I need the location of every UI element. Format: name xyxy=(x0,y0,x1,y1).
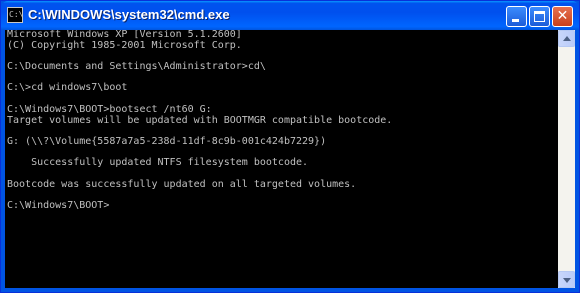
minimize-icon xyxy=(512,19,519,22)
console-line: (C) Copyright 1985-2001 Microsoft Corp. xyxy=(7,39,242,51)
console-line: C:\Documents and Settings\Administrator>… xyxy=(7,61,266,73)
console-line: Target volumes will be updated with BOOT… xyxy=(7,114,393,126)
window-title: C:\WINDOWS\system32\cmd.exe xyxy=(28,7,230,22)
close-button[interactable]: ✕ xyxy=(552,6,573,27)
scroll-up-arrow-icon xyxy=(563,36,571,41)
minimize-button[interactable] xyxy=(506,6,527,27)
console-output[interactable]: Microsoft Windows XP [Version 5.1.2600](… xyxy=(5,30,558,288)
scroll-up-button[interactable] xyxy=(558,30,575,47)
close-icon: ✕ xyxy=(556,8,569,24)
console-line: C:\Windows7\BOOT>bootsect /nt60 G: xyxy=(7,103,212,115)
console-line: C:\>cd windows7\boot xyxy=(7,82,128,94)
scroll-down-arrow-icon xyxy=(563,278,571,283)
vertical-scrollbar[interactable] xyxy=(558,30,575,288)
scroll-down-button[interactable] xyxy=(558,271,575,288)
title-bar[interactable]: C:\ C:\WINDOWS\system32\cmd.exe ✕ xyxy=(1,1,579,30)
maximize-button[interactable] xyxy=(529,6,550,27)
command-prompt-icon[interactable]: C:\ xyxy=(7,7,23,23)
cmd-window: C:\ C:\WINDOWS\system32\cmd.exe ✕ Micros… xyxy=(0,0,580,293)
console-line: C:\Windows7\BOOT> xyxy=(7,200,110,211)
console-line: Successfully updated NTFS filesystem boo… xyxy=(7,157,309,169)
maximize-icon xyxy=(534,11,545,22)
console-line: G: (\\?\Volume{5587a7a5-238d-11df-8c9b-0… xyxy=(7,135,327,147)
scrollbar-track[interactable] xyxy=(558,47,575,271)
console-line: Bootcode was successfully updated on all… xyxy=(7,178,357,190)
